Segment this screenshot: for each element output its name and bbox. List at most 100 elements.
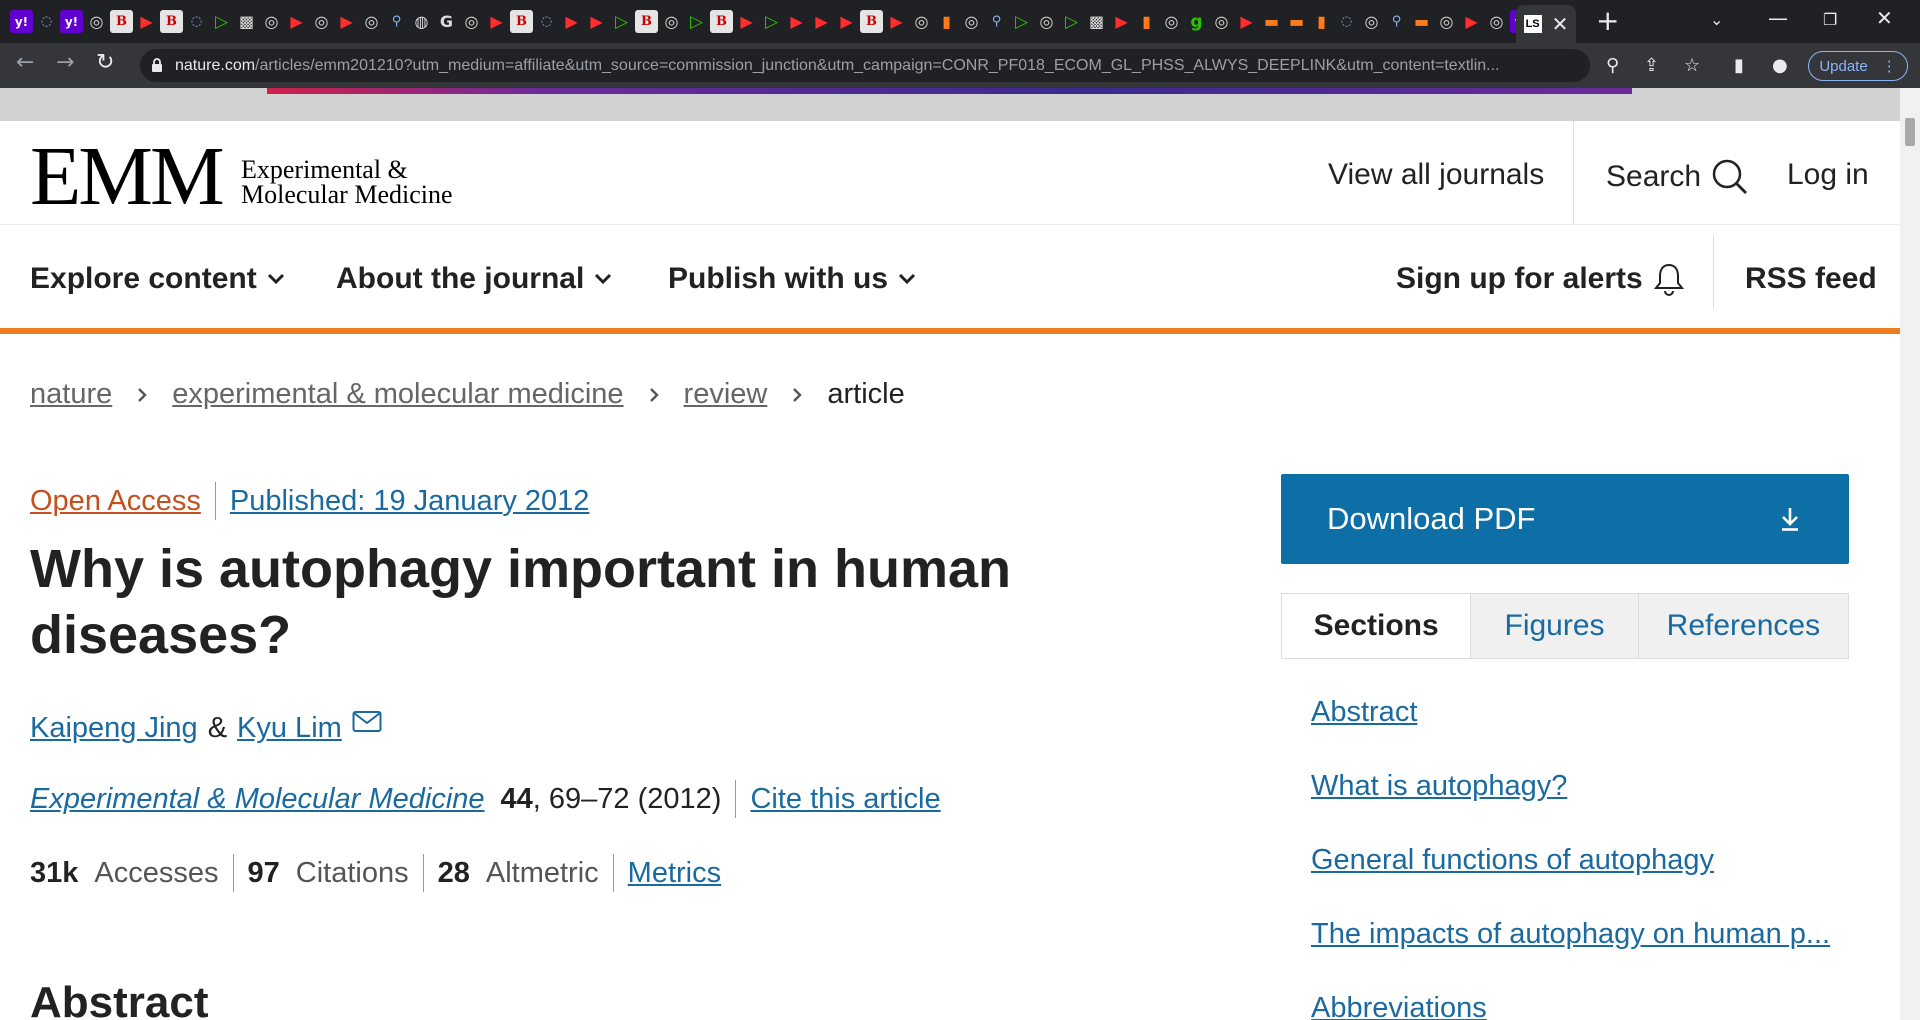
tab-favicon-15[interactable]: ⚲	[385, 10, 408, 33]
reload-icon[interactable]: ↻	[96, 50, 114, 75]
tab-favicon-32[interactable]: ▶	[810, 10, 833, 33]
tab-favicon-43[interactable]: ▩	[1085, 10, 1108, 33]
tab-favicon-38[interactable]: ◎	[960, 10, 983, 33]
published-date-link[interactable]: Published: 19 January 2012	[230, 485, 590, 518]
tab-favicon-9[interactable]: ▩	[235, 10, 258, 33]
tab-favicon-50[interactable]: ▬	[1260, 10, 1283, 33]
breadcrumb-review[interactable]: review	[684, 378, 768, 411]
profile-icon[interactable]: ●	[1772, 55, 1788, 76]
breadcrumb-journal[interactable]: experimental & molecular medicine	[172, 378, 623, 411]
tab-favicon-55[interactable]: ⚲	[1385, 10, 1408, 33]
tab-favicon-18[interactable]: ◎	[460, 10, 483, 33]
tab-favicon-19[interactable]: ▶	[485, 10, 508, 33]
tab-favicon-22[interactable]: ▶	[560, 10, 583, 33]
tab-favicon-3[interactable]: ◎	[85, 10, 108, 33]
tab-favicon-25[interactable]: B	[635, 10, 658, 33]
tab-favicon-30[interactable]: ▷	[760, 10, 783, 33]
tab-favicon-45[interactable]: ▮	[1135, 10, 1158, 33]
search-button[interactable]: Search	[1606, 158, 1749, 196]
active-tab[interactable]: LS ✕	[1516, 5, 1576, 43]
tab-favicon-54[interactable]: ◎	[1360, 10, 1383, 33]
tab-favicon-24[interactable]: ▷	[610, 10, 633, 33]
rss-feed-link[interactable]: RSS feed	[1745, 262, 1877, 296]
tab-favicon-20[interactable]: B	[510, 10, 533, 33]
window-close-icon[interactable]: ✕	[1876, 6, 1893, 30]
tab-favicon-42[interactable]: ▷	[1060, 10, 1083, 33]
restore-icon[interactable]: ❐	[1823, 10, 1837, 29]
section-link-abbreviations[interactable]: Abbreviations	[1311, 990, 1830, 1020]
sign-up-alerts-link[interactable]: Sign up for alerts	[1396, 262, 1685, 296]
tab-favicon-53[interactable]: ◌	[1335, 10, 1358, 33]
tab-favicon-31[interactable]: ▶	[785, 10, 808, 33]
tab-favicon-7[interactable]: ◌	[185, 10, 208, 33]
share-icon[interactable]: ⇪	[1644, 55, 1659, 76]
page-scrollbar[interactable]	[1900, 88, 1920, 1020]
section-link-general-functions[interactable]: General functions of autophagy	[1311, 842, 1830, 878]
metrics-link[interactable]: Metrics	[628, 857, 721, 890]
tab-sections[interactable]: Sections	[1282, 594, 1471, 658]
tab-favicon-29[interactable]: ▶	[735, 10, 758, 33]
lock-icon[interactable]	[150, 58, 163, 74]
tab-favicon-17[interactable]: G	[435, 10, 458, 33]
tab-favicon-47[interactable]: g	[1185, 10, 1208, 33]
tab-close-icon[interactable]: ✕	[1552, 12, 1569, 36]
tab-favicon-16[interactable]: ◍	[410, 10, 433, 33]
update-button[interactable]: Update ⋮	[1808, 51, 1908, 81]
tab-search-icon[interactable]: ⌄	[1710, 10, 1723, 29]
tab-figures[interactable]: Figures	[1470, 594, 1638, 658]
tab-references[interactable]: References	[1637, 594, 1848, 658]
tab-favicon-21[interactable]: ◌	[535, 10, 558, 33]
tab-favicon-57[interactable]: ◎	[1435, 10, 1458, 33]
nav-publish-with-us[interactable]: Publish with us	[668, 262, 916, 296]
tab-favicon-0[interactable]: y!	[10, 10, 33, 33]
tab-favicon-33[interactable]: ▶	[835, 10, 858, 33]
tab-favicon-48[interactable]: ◎	[1210, 10, 1233, 33]
tab-favicon-35[interactable]: ▶	[885, 10, 908, 33]
tab-favicon-52[interactable]: ▮	[1310, 10, 1333, 33]
tab-favicon-26[interactable]: ◎	[660, 10, 683, 33]
open-access-link[interactable]: Open Access	[30, 485, 201, 518]
tab-favicon-list[interactable]: y! ◌ y! ◎ B ▶ B ◌ ▷ ▩ ◎ ▶ ◎ ▶ ◎ ⚲ ◍ G ◎ ▶ B ◌ ▶ ▶ ▷ B ◎ ▷ B ▶ ▷ ▶ ▶ ▶ B ▶ ◎ ▮…	[0, 10, 1545, 33]
back-icon[interactable]: ←	[16, 50, 34, 75]
cite-article-link[interactable]: Cite this article	[750, 783, 940, 816]
tab-favicon-44[interactable]: ▶	[1110, 10, 1133, 33]
login-link[interactable]: Log in	[1787, 158, 1869, 192]
star-icon[interactable]: ☆	[1684, 55, 1700, 76]
tab-favicon-51[interactable]: ▬	[1285, 10, 1308, 33]
tab-favicon-59[interactable]: ◎	[1485, 10, 1508, 33]
journal-name-link[interactable]: Experimental & Molecular Medicine	[30, 783, 485, 816]
download-pdf-button[interactable]: Download PDF	[1281, 474, 1849, 564]
author-link[interactable]: Kyu Lim	[237, 712, 342, 745]
tab-favicon-23[interactable]: ▶	[585, 10, 608, 33]
tab-favicon-37[interactable]: ▮	[935, 10, 958, 33]
tab-favicon-36[interactable]: ◎	[910, 10, 933, 33]
tab-favicon-46[interactable]: ◎	[1160, 10, 1183, 33]
tab-favicon-27[interactable]: ▷	[685, 10, 708, 33]
journal-logo-subtitle[interactable]: Experimental & Molecular Medicine	[241, 157, 453, 208]
new-tab-button[interactable]: +	[1596, 5, 1619, 37]
tab-favicon-10[interactable]: ◎	[260, 10, 283, 33]
tab-favicon-34[interactable]: B	[860, 10, 883, 33]
menu-icon[interactable]: ⋮	[1882, 57, 1897, 75]
tab-favicon-56[interactable]: ▬	[1410, 10, 1433, 33]
tab-favicon-14[interactable]: ◎	[360, 10, 383, 33]
tab-favicon-4[interactable]: B	[110, 10, 133, 33]
forward-icon[interactable]: →	[56, 50, 74, 75]
tab-favicon-1[interactable]: ◌	[35, 10, 58, 33]
url-text[interactable]: nature.com/articles/emm201210?utm_medium…	[175, 57, 1590, 75]
tab-favicon-13[interactable]: ▶	[335, 10, 358, 33]
tab-favicon-6[interactable]: B	[160, 10, 183, 33]
tab-favicon-39[interactable]: ⚲	[985, 10, 1008, 33]
sidepanel-icon[interactable]: ▮	[1734, 55, 1744, 76]
tab-favicon-28[interactable]: B	[710, 10, 733, 33]
tab-favicon-12[interactable]: ◎	[310, 10, 333, 33]
breadcrumb-nature[interactable]: nature	[30, 378, 112, 411]
nav-explore-content[interactable]: Explore content	[30, 262, 285, 296]
tab-favicon-11[interactable]: ▶	[285, 10, 308, 33]
section-link-impacts[interactable]: The impacts of autophagy on human p...	[1311, 916, 1830, 952]
author-link[interactable]: Kaipeng Jing	[30, 712, 198, 745]
view-all-journals-link[interactable]: View all journals	[1328, 158, 1544, 192]
journal-logo[interactable]: EMM	[30, 135, 225, 219]
section-link-abstract[interactable]: Abstract	[1311, 694, 1830, 730]
section-link-what-is-autophagy[interactable]: What is autophagy?	[1311, 768, 1830, 804]
